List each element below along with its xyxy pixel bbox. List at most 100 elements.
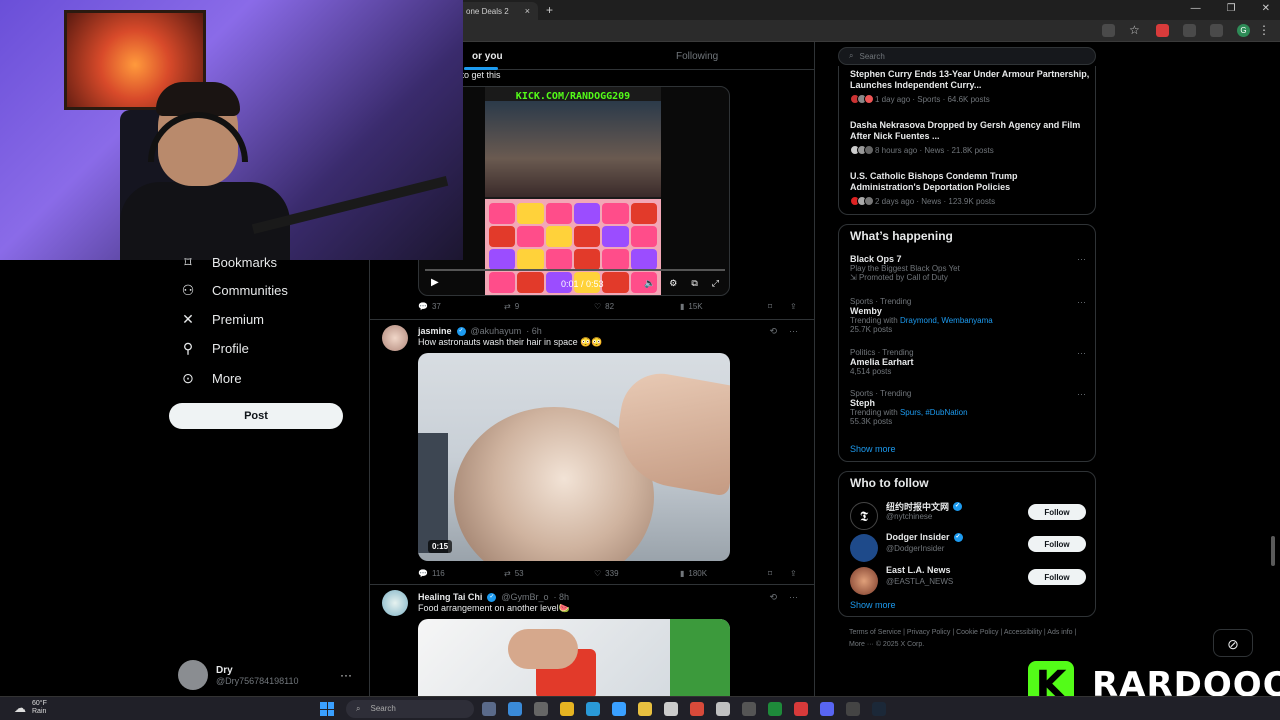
browser-tab[interactable]: one Deals 2 ×	[458, 2, 538, 20]
views-button[interactable]: ▮ 180K	[680, 569, 707, 578]
weather-widget[interactable]: ☁ 60°F Rain	[14, 700, 47, 716]
avatar[interactable]	[382, 325, 408, 351]
tweet-time[interactable]: · 6h	[526, 326, 542, 336]
follow-button[interactable]: Follow	[1028, 536, 1086, 552]
minimize-icon[interactable]: —	[1191, 3, 1201, 14]
play-icon[interactable]: ▶	[431, 277, 439, 288]
follow-suggestion[interactable]: East L.A. News @EASTLA_NEWS Follow	[850, 565, 1086, 595]
avatar[interactable]	[382, 590, 408, 616]
taskbar-app-icon[interactable]	[534, 702, 548, 716]
follow-suggestion[interactable]: 𝕿 纽约时报中文网 ✓ @nytchinese Follow	[850, 500, 1086, 530]
taskbar-app-icon[interactable]	[612, 702, 626, 716]
nav-bookmarks[interactable]: ⌑ Bookmarks	[178, 254, 277, 271]
tweet-video[interactable]: KICK.COM/RANDOGG209 ▶ 0:01 / 0:53 🔈 ⚙ ⧉ …	[418, 86, 730, 296]
nav-more[interactable]: ⊙ More	[178, 370, 242, 387]
taskbar-app-icon[interactable]	[716, 702, 730, 716]
grok-icon[interactable]: ⊘	[1213, 629, 1253, 657]
trend-item[interactable]: Sports · Trending Wemby Trending with Dr…	[850, 297, 1086, 334]
bookmark-icon[interactable]: ⌑	[768, 302, 772, 311]
edge-icon[interactable]	[586, 702, 600, 716]
restore-icon[interactable]: ❐	[1227, 3, 1236, 14]
taskbar-app-icon[interactable]	[846, 702, 860, 716]
close-window-icon[interactable]: ✕	[1262, 3, 1270, 14]
more-icon[interactable]: ···	[1077, 254, 1086, 264]
tweet-video[interactable]: 0:15	[418, 353, 730, 561]
trend-with[interactable]: Spurs, #DubNation	[900, 408, 968, 417]
tweet-time[interactable]: · 8h	[554, 592, 570, 602]
xbox-icon[interactable]	[768, 702, 782, 716]
cast-icon[interactable]	[1102, 24, 1115, 37]
show-more-link[interactable]: Show more	[850, 444, 896, 454]
repost-button[interactable]: ⇄ 53	[504, 569, 524, 578]
show-more-link[interactable]: Show more	[850, 600, 896, 610]
settings-icon[interactable]: ⚙	[669, 278, 677, 289]
reply-button[interactable]: 💬 116	[418, 569, 445, 578]
tab-for-you[interactable]: or you	[472, 51, 503, 62]
browser-menu-icon[interactable]: ⋮	[1258, 23, 1270, 37]
follow-button[interactable]: Follow	[1028, 569, 1086, 585]
follow-suggestion[interactable]: Dodger Insider ✓ @DodgerInsider Follow	[850, 532, 1086, 562]
steam-icon[interactable]	[872, 702, 886, 716]
author-name[interactable]: Healing Tai Chi	[418, 592, 482, 602]
nav-profile[interactable]: ⚲ Profile	[178, 340, 249, 357]
news-item[interactable]: Dasha Nekrasova Dropped by Gersh Agency …	[850, 120, 1090, 155]
start-button[interactable]	[320, 702, 334, 716]
news-item[interactable]: U.S. Catholic Bishops Condemn Trump Admi…	[850, 171, 1090, 206]
close-tab-icon[interactable]: ×	[525, 6, 530, 16]
more-icon[interactable]: ···	[789, 326, 798, 337]
more-icon[interactable]: ···	[1077, 297, 1086, 307]
taskbar-app-icon[interactable]	[742, 702, 756, 716]
file-explorer-icon[interactable]	[638, 702, 652, 716]
scrollbar[interactable]	[1271, 536, 1275, 566]
share-icon[interactable]: ⇪	[790, 302, 797, 311]
reply-button[interactable]: 💬 37	[418, 302, 441, 311]
author-handle[interactable]: @GymBr_o	[501, 592, 548, 602]
nav-premium[interactable]: ✕ Premium	[178, 311, 264, 328]
author-name[interactable]: jasmine	[418, 326, 452, 336]
fullscreen-icon[interactable]: ⤢	[712, 278, 719, 289]
trend-item[interactable]: Politics · Trending Amelia Earhart 4,514…	[850, 348, 1086, 376]
volume-icon[interactable]: 🔈	[644, 278, 655, 289]
repost-button[interactable]: ⇄ 9	[504, 302, 519, 311]
like-button[interactable]: ♡ 339	[594, 569, 619, 578]
new-tab-button[interactable]: +	[546, 3, 553, 17]
more-icon[interactable]: ···	[789, 592, 798, 603]
grok-icon[interactable]: ⟲	[769, 326, 777, 337]
search-input[interactable]: ⌕ Search	[838, 47, 1096, 65]
bookmark-star-icon[interactable]: ☆	[1129, 24, 1142, 37]
chrome-icon[interactable]	[560, 702, 574, 716]
video-progress-bar[interactable]	[425, 269, 725, 271]
taskbar-search[interactable]: ⌕ Search	[346, 700, 474, 718]
taskbar-app-icon[interactable]	[482, 702, 496, 716]
footer-links[interactable]: Terms of Service | Privacy Policy | Cook…	[849, 627, 1089, 651]
share-icon[interactable]: ⇪	[790, 569, 797, 578]
extension-red-icon[interactable]	[1156, 24, 1169, 37]
picture-in-picture-icon[interactable]: ⧉	[691, 278, 697, 289]
promoted-trend[interactable]: Black Ops 7 Play the Biggest Black Ops Y…	[850, 254, 1086, 282]
bookmark-icon[interactable]: ⌑	[768, 569, 772, 578]
taskbar-app-icon[interactable]	[794, 702, 808, 716]
trend-with[interactable]: Draymond, Wembanyama	[900, 316, 993, 325]
sidebar-icon[interactable]	[1210, 24, 1223, 37]
news-item[interactable]: Stephen Curry Ends 13-Year Under Armour …	[850, 69, 1090, 104]
post-button[interactable]: Post	[169, 403, 343, 429]
account-switcher[interactable]: Dry @Dry756784198110 ···	[178, 660, 352, 690]
more-icon[interactable]: ···	[1077, 389, 1086, 399]
tab-following[interactable]: Following	[676, 51, 718, 62]
tweet-video[interactable]	[418, 619, 730, 696]
more-icon[interactable]: ···	[1077, 348, 1086, 358]
nav-communities[interactable]: ⚇ Communities	[178, 282, 288, 299]
views-button[interactable]: ▮ 15K	[680, 302, 703, 311]
follow-button[interactable]: Follow	[1028, 504, 1086, 520]
more-icon[interactable]: ···	[340, 668, 352, 682]
trend-item[interactable]: Sports · Trending Steph Trending with Sp…	[850, 389, 1086, 426]
author-handle[interactable]: @akuhayum	[471, 326, 522, 336]
taskbar-app-icon[interactable]	[664, 702, 678, 716]
profile-avatar-icon[interactable]: G	[1237, 24, 1250, 37]
discord-icon[interactable]	[820, 702, 834, 716]
like-button[interactable]: ♡ 82	[594, 302, 614, 311]
grok-icon[interactable]: ⟲	[769, 592, 777, 603]
extensions-puzzle-icon[interactable]	[1183, 24, 1196, 37]
taskbar-app-icon[interactable]	[690, 702, 704, 716]
taskbar-app-icon[interactable]	[508, 702, 522, 716]
